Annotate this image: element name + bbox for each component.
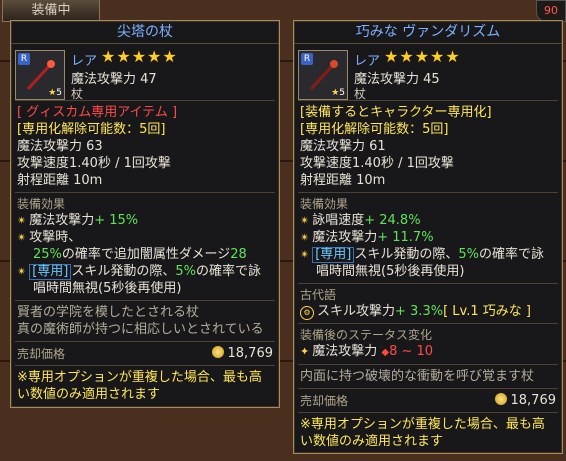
effect-line-cont: 唱時間無視(5秒後再使用) [316, 264, 465, 279]
effect-line: ✴ 詠唱速度+ 24.8% [300, 213, 421, 228]
price-label: 売却価格 [300, 393, 349, 408]
dedicate-text: [専用化解除可能数：5回] [300, 122, 449, 137]
stat-line: 射程距離 10m [300, 173, 386, 188]
coin-icon [211, 346, 224, 358]
item-type: 杖 [354, 87, 367, 101]
rune-icon: ⚙ [300, 306, 314, 320]
rarity-label: レア [71, 54, 98, 69]
price-value: 18,769 [494, 392, 556, 409]
effect-line-cont: 25%の確率で追加闇属性ダメージ28 [33, 247, 247, 262]
item-icon: R ★5 [15, 50, 65, 100]
bullet-icon: ✦ [300, 345, 310, 358]
effect-line: ✴ 魔法攻撃力+ 11.7% [300, 230, 434, 245]
bullet-icon: ✴ [17, 231, 27, 244]
restriction-text: [ グィスカム専用アイテム ] [17, 105, 178, 120]
bullet-icon: ✴ [300, 214, 310, 227]
effects-title: 装備効果 [17, 197, 66, 211]
ancient-title: 古代語 [300, 288, 337, 302]
effect-line: ✴ 攻撃時、 [17, 230, 82, 245]
price-value: 18,769 [211, 345, 273, 362]
item-type: 杖 [71, 87, 84, 101]
bullet-icon: ✴ [17, 265, 27, 278]
item-title: 尖塔の杖 [11, 21, 279, 44]
price-label: 売却価格 [17, 346, 66, 361]
stat-line: 射程距離 10m [17, 173, 103, 188]
bullet-icon: ✴ [300, 248, 310, 261]
restriction-text: [装備するとキャラクター専用化] [300, 105, 492, 120]
notice-line: ※専用オプションが重複した場合、最も高 [17, 370, 262, 385]
after-line: ✦ 魔法攻撃力 ◆8 ~ 10 [300, 344, 434, 359]
header-stat: 魔法攻撃力 45 [354, 72, 440, 87]
star-rating: ★★★★★ [384, 47, 461, 66]
rarity-label: レア [354, 54, 381, 69]
notice-line: ※専用オプションが重複した場合、最も高 [300, 417, 545, 432]
item-tooltip-compare: 巧みな ヴァンダリズム R ★5 レア ★★★★★ 魔法攻撃力 45 杖 [装備… [293, 20, 563, 454]
item-level: ★5 [331, 88, 345, 98]
item-tooltip-equipped: 尖塔の杖 R ★5 レア ★★★★★ 魔法攻撃力 47 杖 [ グィスカム専用ア… [10, 20, 280, 408]
bullet-icon: ✴ [17, 214, 27, 227]
after-title: 装備後のステータス変化 [300, 328, 433, 342]
equipped-tab[interactable]: 装備中 [2, 0, 100, 22]
stat-line: 攻撃速度1.40秒 / 1回攻撃 [17, 156, 171, 171]
dedicate-text: [専用化解除可能数：5回] [17, 122, 166, 137]
header-stat: 魔法攻撃力 47 [71, 72, 157, 87]
down-arrow-icon: ◆ [381, 347, 390, 358]
effect-line: ✴ [専用] スキル発動の際、5%の確率で詠 [17, 264, 262, 280]
description-line: 賢者の学院を模したとされる杖 [17, 305, 200, 320]
effect-line: ✴ [専用] スキル発動の際、5%の確率で詠 [300, 247, 545, 263]
stat-line: 攻撃速度1.40秒 / 1回攻撃 [300, 156, 454, 171]
description-line: 内面に持つ破壊的な衝動を呼び覚ます杖 [300, 369, 535, 384]
description-line: 真の魔術師が持つに相応しいとされている [17, 322, 264, 337]
item-level: ★5 [48, 88, 62, 98]
star-rating: ★★★★★ [101, 47, 178, 66]
bullet-icon: ✴ [300, 231, 310, 244]
ancient-line: ⚙ スキル攻撃力+ 3.3%[ Lv.1 巧みな ] [300, 303, 556, 320]
stat-line: 魔法攻撃力 61 [300, 139, 386, 154]
stat-line: 魔法攻撃力 63 [17, 139, 103, 154]
coin-icon [494, 393, 507, 405]
item-icon: R ★5 [298, 50, 348, 100]
item-title: 巧みな ヴァンダリズム [294, 21, 562, 44]
effects-title: 装備効果 [300, 197, 349, 211]
effect-line-cont: 唱時間無視(5秒後再使用) [33, 281, 182, 296]
notice-line: い数値のみ適用されます [300, 434, 444, 449]
notice-line: い数値のみ適用されます [17, 387, 161, 402]
effect-line: ✴ 魔法攻撃力+ 15% [17, 213, 139, 228]
corner-badge: 90 [536, 0, 566, 22]
